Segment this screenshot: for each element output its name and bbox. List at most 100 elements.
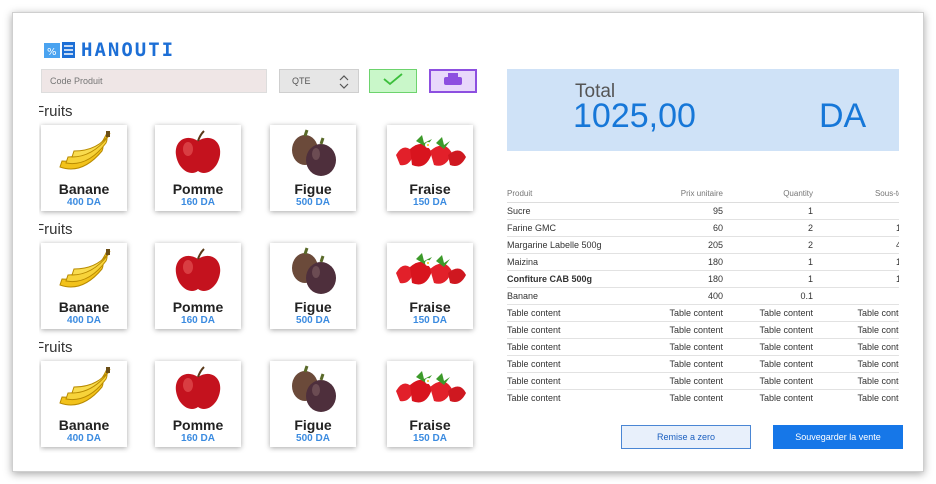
quantity-stepper[interactable]: QTE (279, 69, 359, 93)
product-name: Figue (294, 299, 332, 315)
total-panel: Total 1025,00 DA (507, 69, 899, 151)
product-name: Pomme (172, 181, 224, 197)
table-cell: 40 (819, 287, 899, 305)
product-card-apple[interactable]: Pomme 160 DA (155, 361, 241, 447)
fig-icon (270, 125, 356, 181)
fig-icon (270, 361, 356, 417)
product-price: 160 DA (181, 315, 215, 326)
product-name: Fraise (409, 299, 451, 315)
check-icon (382, 72, 404, 91)
product-card-banana[interactable]: Banane 400 DA (41, 125, 127, 211)
product-price: 500 DA (296, 433, 330, 444)
product-name: Banane (58, 417, 110, 433)
table-row[interactable]: Table content Table content Table content T… (507, 338, 899, 356)
product-price: 160 DA (181, 433, 215, 444)
table-row[interactable]: Confiture CAB 500g1801180 (507, 270, 899, 288)
column-header: Produit (507, 185, 637, 203)
product-price: 400 DA (67, 315, 101, 326)
table-row[interactable]: Banane4000.140 (507, 287, 899, 305)
table-cell: Banane (507, 287, 637, 305)
product-card-banana[interactable]: Banane 400 DA (41, 361, 127, 447)
table-cell: Table content (637, 321, 729, 339)
product-name: Pomme (172, 299, 224, 315)
product-name: Banane (58, 181, 110, 197)
table-cell: Table content (637, 372, 729, 390)
product-name: Figue (294, 417, 332, 433)
table-cell: 1 (729, 202, 819, 220)
product-card-apple[interactable]: Pomme 160 DA (155, 125, 241, 211)
section-title: Fruits (39, 103, 73, 120)
product-section: Fruits Banane400 DA Pomme160 DA Figue500 DA… (39, 221, 479, 333)
strawberry-icon (387, 125, 473, 181)
product-code-input[interactable] (41, 69, 267, 93)
table-cell: 120 (819, 219, 899, 237)
table-cell: Table content (729, 389, 819, 403)
table-row[interactable]: Sucre95195 (507, 202, 899, 220)
stepper-arrows-icon[interactable] (338, 73, 350, 91)
table-row[interactable]: Margarine Labelle 500g2052410 (507, 236, 899, 254)
section-title: Fruits (39, 339, 73, 356)
table-cell: Confiture CAB 500g (507, 270, 637, 288)
product-card-fig[interactable]: Figue 500 DA (270, 125, 356, 211)
product-grid: FruitsBanane400 DAPomme160 DAFigue500 DA… (39, 103, 479, 453)
product-card-strawberry[interactable]: Fraise 150 DA (387, 243, 473, 329)
banana-icon (41, 361, 127, 417)
save-sale-button[interactable]: Souvegarder la vente (773, 425, 903, 449)
product-card-apple[interactable]: Pomme 160 DA (155, 243, 241, 329)
column-header: Prix unitaire (637, 185, 729, 203)
table-cell: Table content (819, 304, 899, 322)
table-cell: 2 (729, 236, 819, 254)
total-currency: DA (819, 97, 867, 135)
logo-icon: % (43, 41, 77, 59)
table-cell: Table content (819, 355, 899, 373)
table-cell: Table content (819, 321, 899, 339)
product-price: 150 DA (413, 315, 447, 326)
table-cell: Sucre (507, 202, 637, 220)
table-cell: Table content (507, 389, 637, 403)
table-cell: Maizina (507, 253, 637, 271)
product-price: 150 DA (413, 433, 447, 444)
column-header: Sous-total (819, 185, 899, 203)
table-row[interactable]: Table content Table content Table content T… (507, 372, 899, 390)
table-row[interactable]: Table content Table content Table content T… (507, 321, 899, 339)
product-card-strawberry[interactable]: Fraise 150 DA (387, 125, 473, 211)
product-section: Fruits Banane400 DA Pomme160 DA Figue500 DA… (39, 103, 479, 215)
table-cell: 1 (729, 253, 819, 271)
table-row[interactable]: Table content Table content Table content T… (507, 389, 899, 403)
table-cell: Table content (729, 338, 819, 356)
table-cell: 180 (637, 270, 729, 288)
apple-icon (155, 125, 241, 181)
printer-icon (442, 72, 464, 91)
product-price: 400 DA (67, 197, 101, 208)
fig-icon (270, 243, 356, 299)
product-price: 500 DA (296, 197, 330, 208)
table-cell: Table content (507, 338, 637, 356)
table-cell: Table content (637, 304, 729, 322)
table-row[interactable]: Maizina1801180 (507, 253, 899, 271)
product-name: Pomme (172, 417, 224, 433)
table-cell: Table content (729, 355, 819, 373)
table-row[interactable]: Table content Table content Table content T… (507, 355, 899, 373)
product-name: Banane (58, 299, 110, 315)
table-cell: Table content (637, 355, 729, 373)
reset-button[interactable]: Remise a zero (621, 425, 751, 449)
banana-icon (41, 125, 127, 181)
product-card-fig[interactable]: Figue 500 DA (270, 243, 356, 329)
table-cell: Table content (507, 321, 637, 339)
product-card-banana[interactable]: Banane 400 DA (41, 243, 127, 329)
product-card-fig[interactable]: Figue 500 DA (270, 361, 356, 447)
apple-icon (155, 361, 241, 417)
table-cell: 60 (637, 219, 729, 237)
confirm-button[interactable] (369, 69, 417, 93)
table-cell: 2 (729, 219, 819, 237)
banana-icon (41, 243, 127, 299)
apple-icon (155, 243, 241, 299)
table-row[interactable]: Table content Table content Table content T… (507, 304, 899, 322)
table-cell: Table content (819, 338, 899, 356)
svg-text:%: % (47, 47, 57, 58)
table-row[interactable]: Farine GMC602120 (507, 219, 899, 237)
column-header: Quantity (729, 185, 819, 203)
table-cell: 0.1 (729, 287, 819, 305)
print-button[interactable] (429, 69, 477, 93)
product-card-strawberry[interactable]: Fraise 150 DA (387, 361, 473, 447)
